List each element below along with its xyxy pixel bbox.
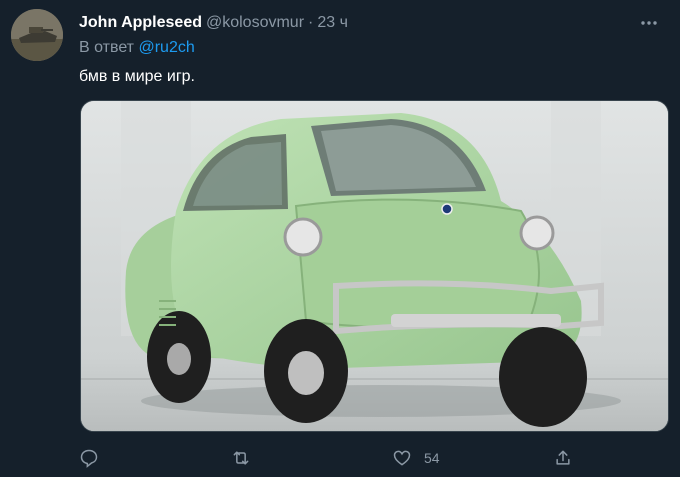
like-button[interactable]: 54 (392, 445, 440, 471)
tweet-header: John Appleseed @kolosovmur · 23 ч (79, 12, 660, 34)
like-count: 54 (424, 450, 440, 466)
author-handle[interactable]: @kolosovmur (206, 14, 304, 32)
reply-button[interactable] (79, 445, 99, 471)
separator: · (308, 14, 314, 31)
avatar[interactable] (11, 9, 63, 61)
like-icon (393, 450, 411, 466)
car-photo (81, 101, 668, 431)
share-icon (556, 450, 570, 465)
avatar-image (11, 9, 63, 61)
retweet-button[interactable] (231, 445, 251, 471)
retweet-icon (233, 451, 249, 465)
reply-context: В ответ @ru2ch (79, 39, 195, 57)
tweet-actions: 54 (79, 445, 579, 471)
share-button[interactable] (553, 445, 573, 471)
reply-prefix: В ответ (79, 39, 135, 56)
reply-mention[interactable]: @ru2ch (138, 39, 194, 56)
tweet-text: бмв в мире игр. (79, 68, 195, 85)
author-name[interactable]: John Appleseed (79, 14, 202, 32)
more-icon[interactable] (638, 12, 660, 34)
tweet-image[interactable] (80, 100, 669, 432)
reply-icon (80, 449, 98, 468)
timestamp[interactable]: 23 ч (317, 14, 348, 32)
